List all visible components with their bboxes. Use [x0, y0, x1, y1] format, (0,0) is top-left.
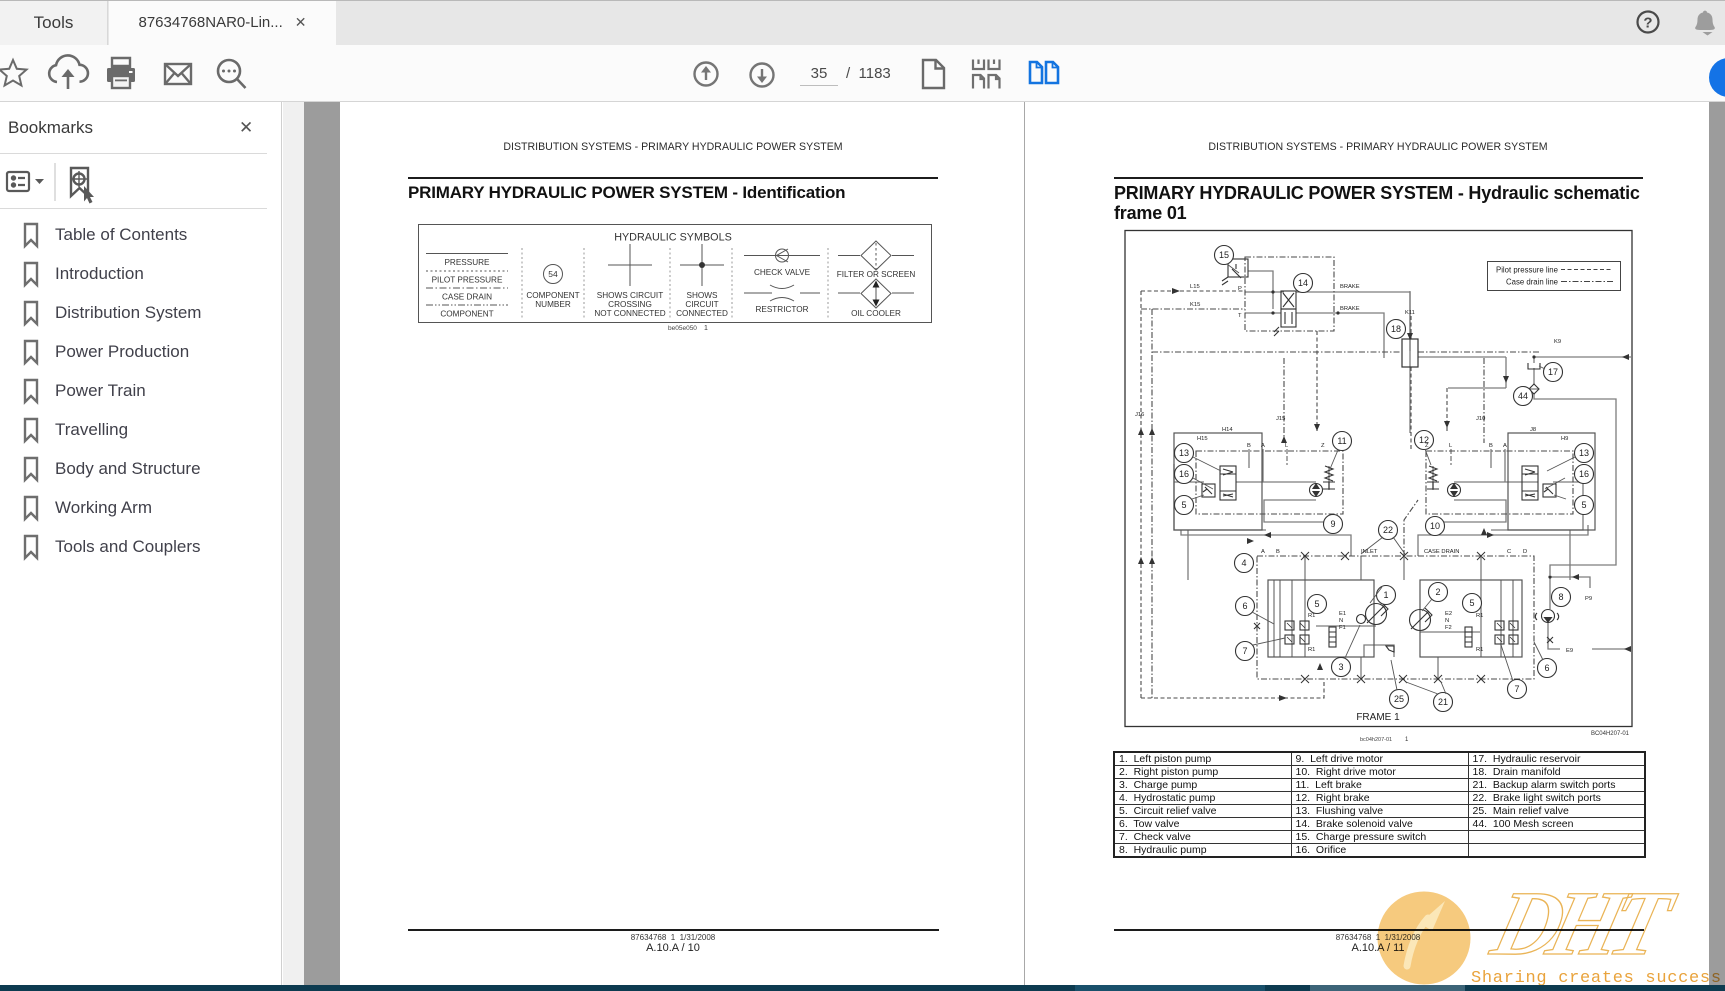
svg-text:E2: E2: [1445, 611, 1452, 617]
svg-text:A: A: [1261, 549, 1265, 555]
svg-text:be05e050: be05e050: [668, 325, 697, 332]
svg-text:10: 10: [1430, 521, 1440, 531]
svg-text:9: 9: [1330, 519, 1335, 529]
svg-text:2: 2: [1435, 587, 1440, 597]
svg-text:F1: F1: [1339, 625, 1346, 631]
svg-text:K15: K15: [1190, 302, 1200, 308]
svg-text:A: A: [1261, 443, 1265, 449]
svg-text:A: A: [1503, 443, 1507, 449]
svg-text:PRESSURE: PRESSURE: [444, 258, 490, 267]
svg-text:Sharing creates success: Sharing creates success: [1471, 969, 1722, 985]
svg-text:J8: J8: [1530, 427, 1536, 433]
svg-text:BC04H207-01: BC04H207-01: [1591, 731, 1630, 737]
svg-text:COMPONENT: COMPONENT: [526, 291, 579, 300]
svg-text:17: 17: [1548, 367, 1558, 377]
svg-text:1: 1: [1405, 737, 1409, 743]
svg-text:R1: R1: [1476, 613, 1483, 619]
svg-text:25: 25: [1394, 694, 1404, 704]
svg-text:11: 11: [1337, 436, 1346, 446]
svg-text:CASE DRAIN: CASE DRAIN: [1424, 549, 1459, 555]
svg-text:R1: R1: [1308, 647, 1315, 653]
svg-text:16: 16: [1179, 469, 1189, 479]
svg-text:K11: K11: [1405, 310, 1415, 316]
svg-text:13: 13: [1579, 448, 1589, 458]
svg-text:SHOWS CIRCUIT: SHOWS CIRCUIT: [597, 291, 663, 300]
svg-text:OIL COOLER: OIL COOLER: [851, 309, 901, 318]
svg-text:Z: Z: [1321, 443, 1325, 449]
svg-text:P: P: [1238, 286, 1242, 292]
svg-text:CONNECTED: CONNECTED: [676, 309, 728, 318]
svg-text:RESTRICTOR: RESTRICTOR: [755, 305, 808, 314]
svg-text:bc04h207-01: bc04h207-01: [1360, 737, 1392, 743]
svg-text:J15: J15: [1276, 416, 1285, 422]
svg-text:C: C: [1507, 549, 1511, 555]
svg-text:5: 5: [1181, 500, 1186, 510]
svg-text:L15: L15: [1190, 284, 1200, 290]
svg-text:FRAME 1: FRAME 1: [1356, 712, 1400, 723]
svg-text:DHT: DHT: [1482, 873, 1684, 974]
svg-text:1: 1: [1383, 590, 1388, 600]
svg-text:13: 13: [1179, 448, 1189, 458]
svg-text:1: 1: [704, 325, 708, 332]
svg-text:21: 21: [1438, 697, 1448, 707]
svg-text:J10: J10: [1476, 416, 1485, 422]
svg-text:22: 22: [1383, 525, 1393, 535]
svg-text:H15: H15: [1197, 436, 1208, 442]
svg-text:B: B: [1247, 443, 1251, 449]
svg-text:7: 7: [1514, 684, 1519, 694]
svg-text:N: N: [1339, 618, 1343, 624]
svg-text:5: 5: [1469, 598, 1474, 608]
svg-text:P9: P9: [1585, 596, 1592, 602]
svg-text:NUMBER: NUMBER: [535, 300, 571, 309]
svg-text:CHECK VALVE: CHECK VALVE: [754, 268, 811, 277]
svg-text:HYDRAULIC SYMBOLS: HYDRAULIC SYMBOLS: [614, 232, 732, 244]
svg-text:SHOWS: SHOWS: [687, 291, 718, 300]
svg-text:Z: Z: [1425, 443, 1429, 449]
svg-text:H14: H14: [1222, 427, 1233, 433]
svg-text:NOT CONNECTED: NOT CONNECTED: [594, 309, 665, 318]
svg-text:B: B: [1276, 549, 1280, 555]
svg-text:18: 18: [1391, 324, 1401, 334]
svg-text:4: 4: [1241, 558, 1246, 568]
svg-text:CIRCUIT: CIRCUIT: [685, 300, 718, 309]
svg-text:14: 14: [1298, 278, 1308, 288]
svg-text:5: 5: [1314, 599, 1319, 609]
svg-text:7: 7: [1242, 646, 1247, 656]
svg-text:J16: J16: [1135, 412, 1144, 418]
svg-text:L: L: [1449, 443, 1453, 449]
svg-text:BRAKE: BRAKE: [1340, 284, 1360, 290]
svg-text:H9: H9: [1561, 436, 1568, 442]
svg-text:E9: E9: [1566, 648, 1573, 654]
svg-text:BRAKE: BRAKE: [1340, 306, 1360, 312]
svg-text:3: 3: [1338, 662, 1343, 672]
svg-text:F2: F2: [1445, 625, 1452, 631]
svg-text:L: L: [1285, 443, 1289, 449]
svg-text:Pilot pressure line: Pilot pressure line: [1496, 266, 1558, 275]
svg-text:15: 15: [1219, 250, 1229, 260]
svg-text:FILTER OR SCREEN: FILTER OR SCREEN: [837, 270, 916, 279]
svg-text:44: 44: [1518, 391, 1528, 401]
svg-text:16: 16: [1579, 469, 1589, 479]
svg-text:8: 8: [1558, 592, 1563, 602]
svg-text:?: ?: [1643, 15, 1652, 32]
svg-text:54: 54: [548, 269, 558, 279]
svg-text:INLET: INLET: [1361, 549, 1378, 555]
svg-text:6: 6: [1544, 663, 1549, 673]
svg-text:CASE DRAIN: CASE DRAIN: [442, 293, 492, 302]
svg-text:COMPONENT: COMPONENT: [440, 310, 493, 319]
svg-text:D: D: [1523, 549, 1527, 555]
svg-text:R1: R1: [1476, 647, 1483, 653]
svg-text:T: T: [1238, 313, 1242, 319]
svg-text:Case drain line: Case drain line: [1506, 278, 1558, 287]
svg-text:N: N: [1445, 618, 1449, 624]
svg-text:R1: R1: [1308, 613, 1315, 619]
svg-text:6: 6: [1242, 601, 1247, 611]
svg-text:E1: E1: [1339, 611, 1346, 617]
svg-text:CROSSING: CROSSING: [608, 300, 652, 309]
svg-text:B: B: [1489, 443, 1493, 449]
svg-text:PILOT PRESSURE: PILOT PRESSURE: [432, 276, 503, 285]
svg-text:5: 5: [1581, 500, 1586, 510]
svg-text:K9: K9: [1554, 339, 1561, 345]
